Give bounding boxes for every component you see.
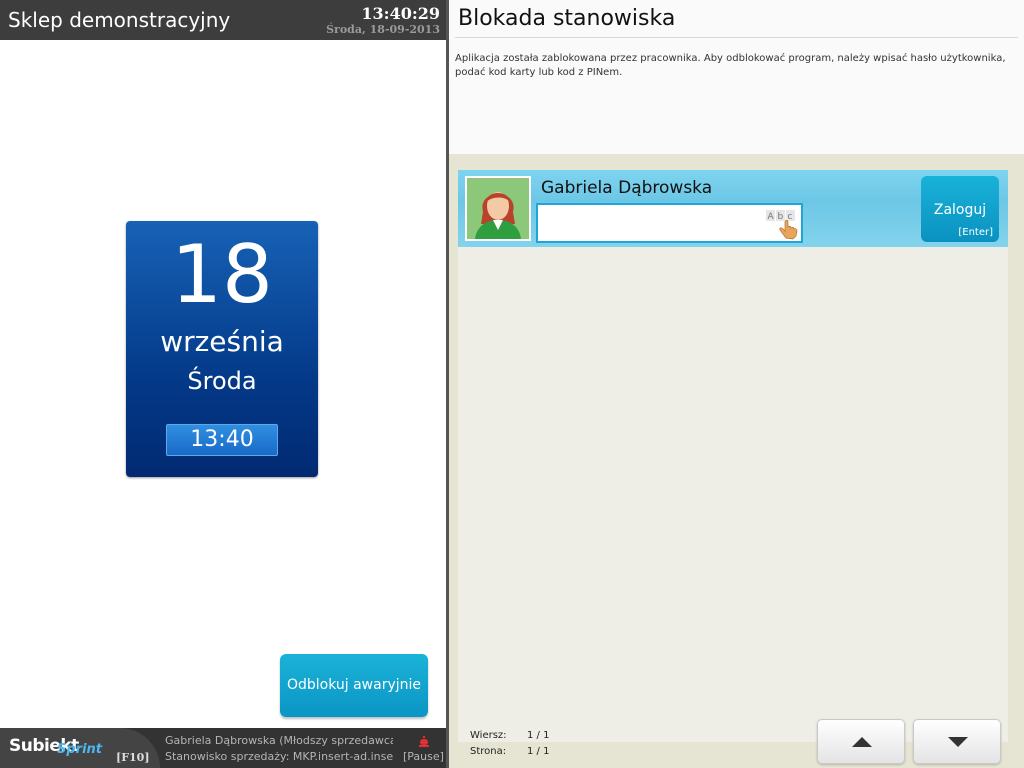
login-label: Zaloguj — [933, 202, 987, 218]
scroll-down-button[interactable] — [913, 719, 1001, 764]
hand-touch-icon[interactable]: A b c — [766, 208, 800, 240]
page-title: Blokada stanowiska — [458, 6, 676, 31]
shop-title: Sklep demonstracyjny — [8, 8, 231, 32]
emergency-unlock-button[interactable]: Odblokuj awaryjnie — [280, 654, 428, 717]
alarm-icon[interactable] — [418, 736, 430, 748]
avatar-woman-icon — [465, 176, 531, 241]
pause-shortcut: [Pause] — [403, 750, 444, 763]
footer-station: Stanowisko sprzedaży: MKP.insert-ad.inse… — [165, 750, 393, 763]
pager-row-value: 1 / 1 — [527, 730, 550, 741]
footer: Subiekt Sprint [F10] Gabriela Dąbrowska … — [0, 728, 446, 768]
left-panel: Sklep demonstracyjny 13:40:29 Środa, 18-… — [0, 0, 446, 768]
arrow-down-icon — [948, 737, 968, 747]
svg-text:A: A — [768, 212, 775, 222]
clock: 13:40:29 — [361, 4, 440, 23]
title-divider — [455, 37, 1018, 38]
pager-page-label: Strona: — [470, 746, 507, 757]
scroll-up-button[interactable] — [817, 719, 905, 764]
left-header: Sklep demonstracyjny 13:40:29 Środa, 18-… — [0, 0, 446, 40]
enter-shortcut: [Enter] — [958, 227, 993, 238]
pager-row-label: Wiersz: — [470, 730, 507, 741]
logo-area[interactable]: Subiekt Sprint [F10] — [0, 728, 160, 768]
user-list: Gabriela Dąbrowska A b c Zaloguj [Enter] — [458, 170, 1008, 742]
weekday-name: Środa — [187, 367, 257, 395]
right-panel: Blokada stanowiska Aplikacja została zab… — [449, 0, 1024, 768]
footer-user: Gabriela Dąbrowska (Młodszy sprzedawca) — [165, 734, 393, 747]
login-button[interactable]: Zaloguj [Enter] — [921, 176, 999, 242]
time-display: 13:40 — [166, 424, 278, 456]
lock-description: Aplikacja została zablokowana przez prac… — [455, 53, 1006, 78]
user-name: Gabriela Dąbrowska — [541, 178, 713, 198]
arrow-up-icon — [852, 737, 872, 747]
pager-page-value: 1 / 1 — [527, 746, 550, 757]
month-name: września — [160, 325, 284, 358]
user-list-area: Gabriela Dąbrowska A b c Zaloguj [Enter] — [449, 154, 1024, 768]
day-number: 18 — [171, 228, 273, 321]
logo-sprint: Sprint — [57, 742, 103, 757]
user-row[interactable]: Gabriela Dąbrowska A b c Zaloguj [Enter] — [458, 170, 1008, 247]
date-card: 18 września Środa 13:40 — [126, 221, 318, 477]
password-input[interactable] — [536, 203, 803, 243]
svg-text:c: c — [788, 212, 793, 222]
svg-text:b: b — [778, 212, 784, 222]
date-small: Środa, 18-09-2013 — [326, 23, 440, 36]
f10-shortcut: [F10] — [116, 751, 150, 764]
